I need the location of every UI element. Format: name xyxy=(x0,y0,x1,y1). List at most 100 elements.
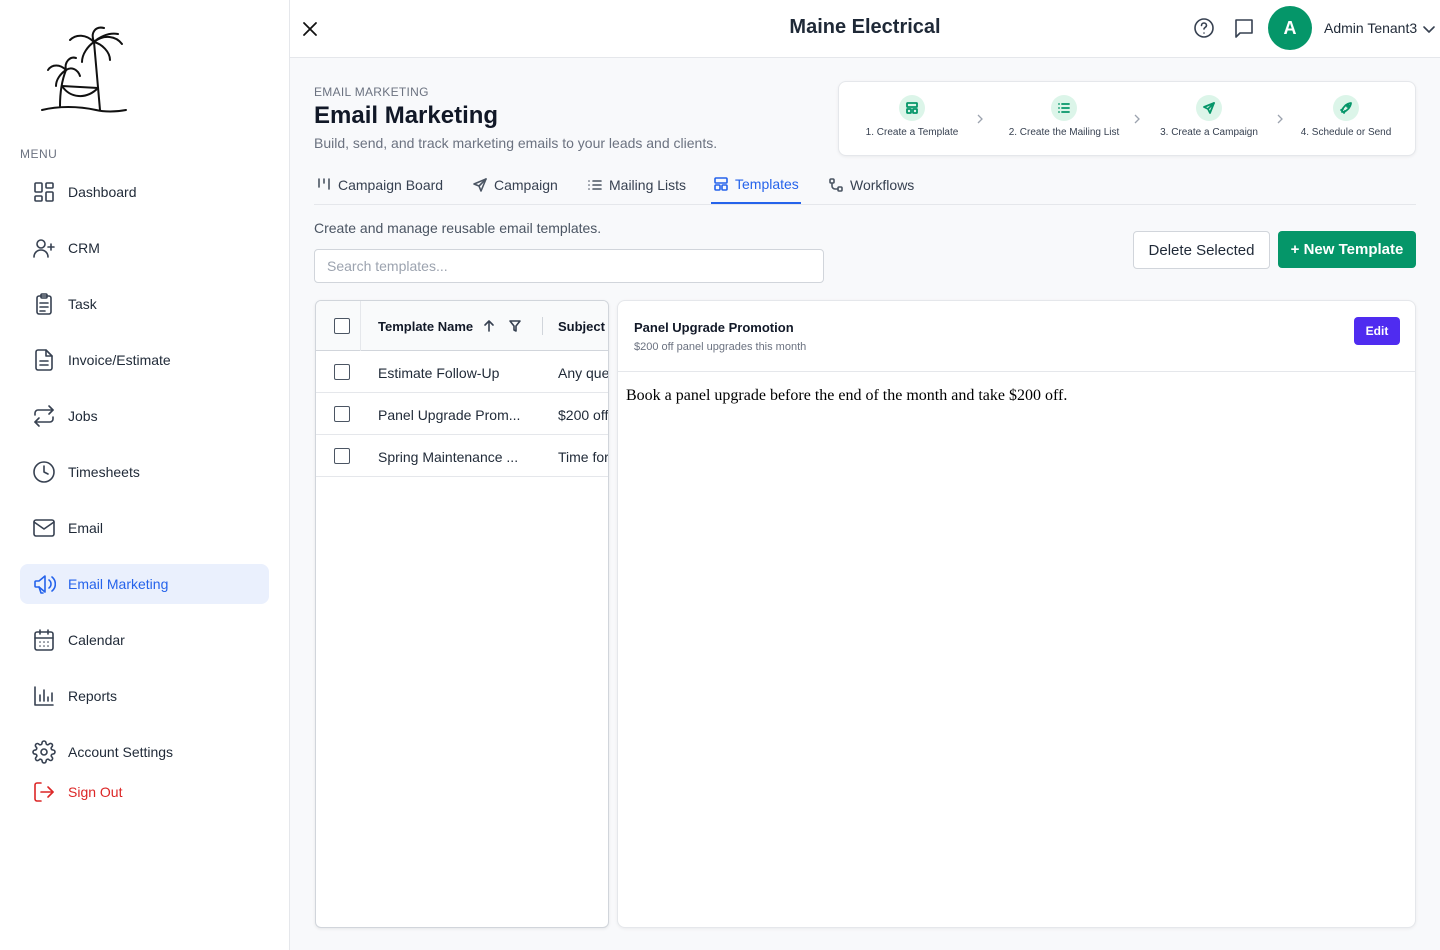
table-row[interactable]: Estimate Follow-Up Any que xyxy=(316,351,608,393)
row-checkbox[interactable] xyxy=(334,448,350,464)
subject-cell: $200 off xyxy=(558,407,609,423)
sidebar-item-label: CRM xyxy=(68,240,100,256)
tab-campaign-board[interactable]: Campaign Board xyxy=(316,165,443,204)
select-all-checkbox[interactable] xyxy=(334,318,350,334)
mail-icon xyxy=(32,516,56,540)
preview-title: Panel Upgrade Promotion xyxy=(634,320,794,335)
sidebar-item-reports[interactable]: Reports xyxy=(20,676,269,716)
sidebar-item-timesheets[interactable]: Timesheets xyxy=(20,452,269,492)
chevron-right-icon xyxy=(975,112,985,124)
bar-chart-icon xyxy=(32,684,56,708)
menu-label: MENU xyxy=(20,147,58,161)
sidebar-item-label: Jobs xyxy=(68,408,98,424)
filter-icon[interactable] xyxy=(508,319,522,333)
close-icon[interactable] xyxy=(298,17,322,41)
tab-mailing-lists[interactable]: Mailing Lists xyxy=(587,165,686,204)
step-label: 1. Create a Template xyxy=(865,127,959,138)
template-preview: Panel Upgrade Promotion $200 off panel u… xyxy=(617,300,1416,928)
clock-icon xyxy=(32,460,56,484)
send-icon xyxy=(1196,95,1222,121)
document-icon xyxy=(32,348,56,372)
clipboard-icon xyxy=(32,292,56,316)
sidebar-item-label: Email xyxy=(68,520,104,536)
column-header-template-name[interactable]: Template Name xyxy=(378,319,473,334)
dashboard-icon xyxy=(32,180,56,204)
sidebar-nav: Dashboard CRM Task Invoice/Estimate Jobs… xyxy=(20,172,269,828)
sidebar-item-label: Calendar xyxy=(68,632,125,648)
column-header-subject[interactable]: Subject xyxy=(558,319,605,334)
step-create-campaign: 3. Create a Campaign xyxy=(1147,82,1271,138)
row-checkbox[interactable] xyxy=(334,406,350,422)
column-divider[interactable] xyxy=(542,317,543,335)
calendar-icon xyxy=(32,628,56,652)
sidebar-item-account-settings[interactable]: Account Settings xyxy=(20,732,269,772)
step-create-mailing-list: 2. Create the Mailing List xyxy=(991,82,1137,138)
search-input[interactable] xyxy=(314,249,824,283)
user-name[interactable]: Admin Tenant3 xyxy=(1324,20,1417,36)
row-checkbox[interactable] xyxy=(334,364,350,380)
step-create-template: 1. Create a Template xyxy=(853,82,971,138)
message-icon[interactable] xyxy=(1232,16,1256,40)
breadcrumb: EMAIL MARKETING xyxy=(314,85,429,99)
edit-button[interactable]: Edit xyxy=(1354,317,1400,345)
sidebar-item-label: Email Marketing xyxy=(68,576,169,592)
sidebar-item-label: Timesheets xyxy=(68,464,140,480)
sign-out-label: Sign Out xyxy=(68,784,123,800)
step-label: 2. Create the Mailing List xyxy=(1008,127,1120,138)
template-name-cell: Panel Upgrade Prom... xyxy=(378,407,521,423)
workflow-steps: 1. Create a Template 2. Create the Maili… xyxy=(838,81,1416,156)
sidebar-item-label: Reports xyxy=(68,688,118,704)
new-template-button[interactable]: + New Template xyxy=(1278,231,1416,268)
template-name-cell: Spring Maintenance ... xyxy=(378,449,519,465)
avatar[interactable]: A xyxy=(1268,6,1312,50)
sidebar: MENU Dashboard CRM Task Invoice/Estimate… xyxy=(0,0,290,950)
repeat-icon xyxy=(32,404,56,428)
megaphone-icon xyxy=(32,572,56,596)
preview-header: Panel Upgrade Promotion $200 off panel u… xyxy=(618,301,1415,372)
rocket-icon xyxy=(1333,95,1359,121)
delete-selected-button[interactable]: Delete Selected xyxy=(1133,231,1270,269)
sidebar-item-label: Task xyxy=(68,296,97,312)
top-bar: Maine Electrical A Admin Tenant3 xyxy=(290,0,1440,58)
sidebar-item-calendar[interactable]: Calendar xyxy=(20,620,269,660)
step-label: 4. Schedule or Send xyxy=(1300,127,1392,138)
tab-label: Mailing Lists xyxy=(609,176,687,193)
sign-out-icon xyxy=(32,780,56,804)
send-icon xyxy=(473,177,487,192)
table-row[interactable]: Panel Upgrade Prom... $200 off xyxy=(316,393,608,435)
subject-cell: Time for xyxy=(558,449,609,465)
sidebar-item-invoice-estimate[interactable]: Invoice/Estimate xyxy=(20,340,269,380)
templates-table: Template Name Subject Estimate Follow-Up… xyxy=(315,300,609,928)
chevron-down-icon[interactable] xyxy=(1422,22,1436,36)
tab-campaign[interactable]: Campaign xyxy=(472,165,558,204)
template-icon xyxy=(714,176,728,191)
gear-icon xyxy=(32,740,56,764)
sign-out-button[interactable]: Sign Out xyxy=(20,772,269,812)
chevron-right-icon xyxy=(1132,112,1142,124)
subject-cell: Any que xyxy=(558,365,609,381)
workflow-icon xyxy=(829,177,843,192)
sidebar-item-label: Invoice/Estimate xyxy=(68,352,171,368)
page-subtitle: Build, send, and track marketing emails … xyxy=(314,135,718,151)
tab-label: Campaign xyxy=(494,176,558,193)
sidebar-item-crm[interactable]: CRM xyxy=(20,228,269,268)
chevron-right-icon xyxy=(1275,112,1285,124)
sidebar-item-task[interactable]: Task xyxy=(20,284,269,324)
palm-tree-logo[interactable] xyxy=(38,26,130,114)
sidebar-item-label: Account Settings xyxy=(68,744,174,760)
board-icon xyxy=(318,177,330,190)
tab-workflows[interactable]: Workflows xyxy=(828,165,914,204)
table-row[interactable]: Spring Maintenance ... Time for xyxy=(316,435,608,477)
sidebar-item-label: Dashboard xyxy=(68,184,137,200)
help-icon[interactable] xyxy=(1192,16,1216,40)
sort-ascending-icon[interactable] xyxy=(482,319,496,333)
sidebar-item-dashboard[interactable]: Dashboard xyxy=(20,172,269,212)
sidebar-item-jobs[interactable]: Jobs xyxy=(20,396,269,436)
user-plus-icon xyxy=(32,236,56,260)
tab-label: Campaign Board xyxy=(338,176,444,193)
tab-templates[interactable]: Templates xyxy=(711,165,801,204)
step-schedule-send: 4. Schedule or Send xyxy=(1291,82,1401,138)
tab-label: Workflows xyxy=(850,176,915,193)
sidebar-item-email[interactable]: Email xyxy=(20,508,269,548)
sidebar-item-email-marketing[interactable]: Email Marketing xyxy=(20,564,269,604)
